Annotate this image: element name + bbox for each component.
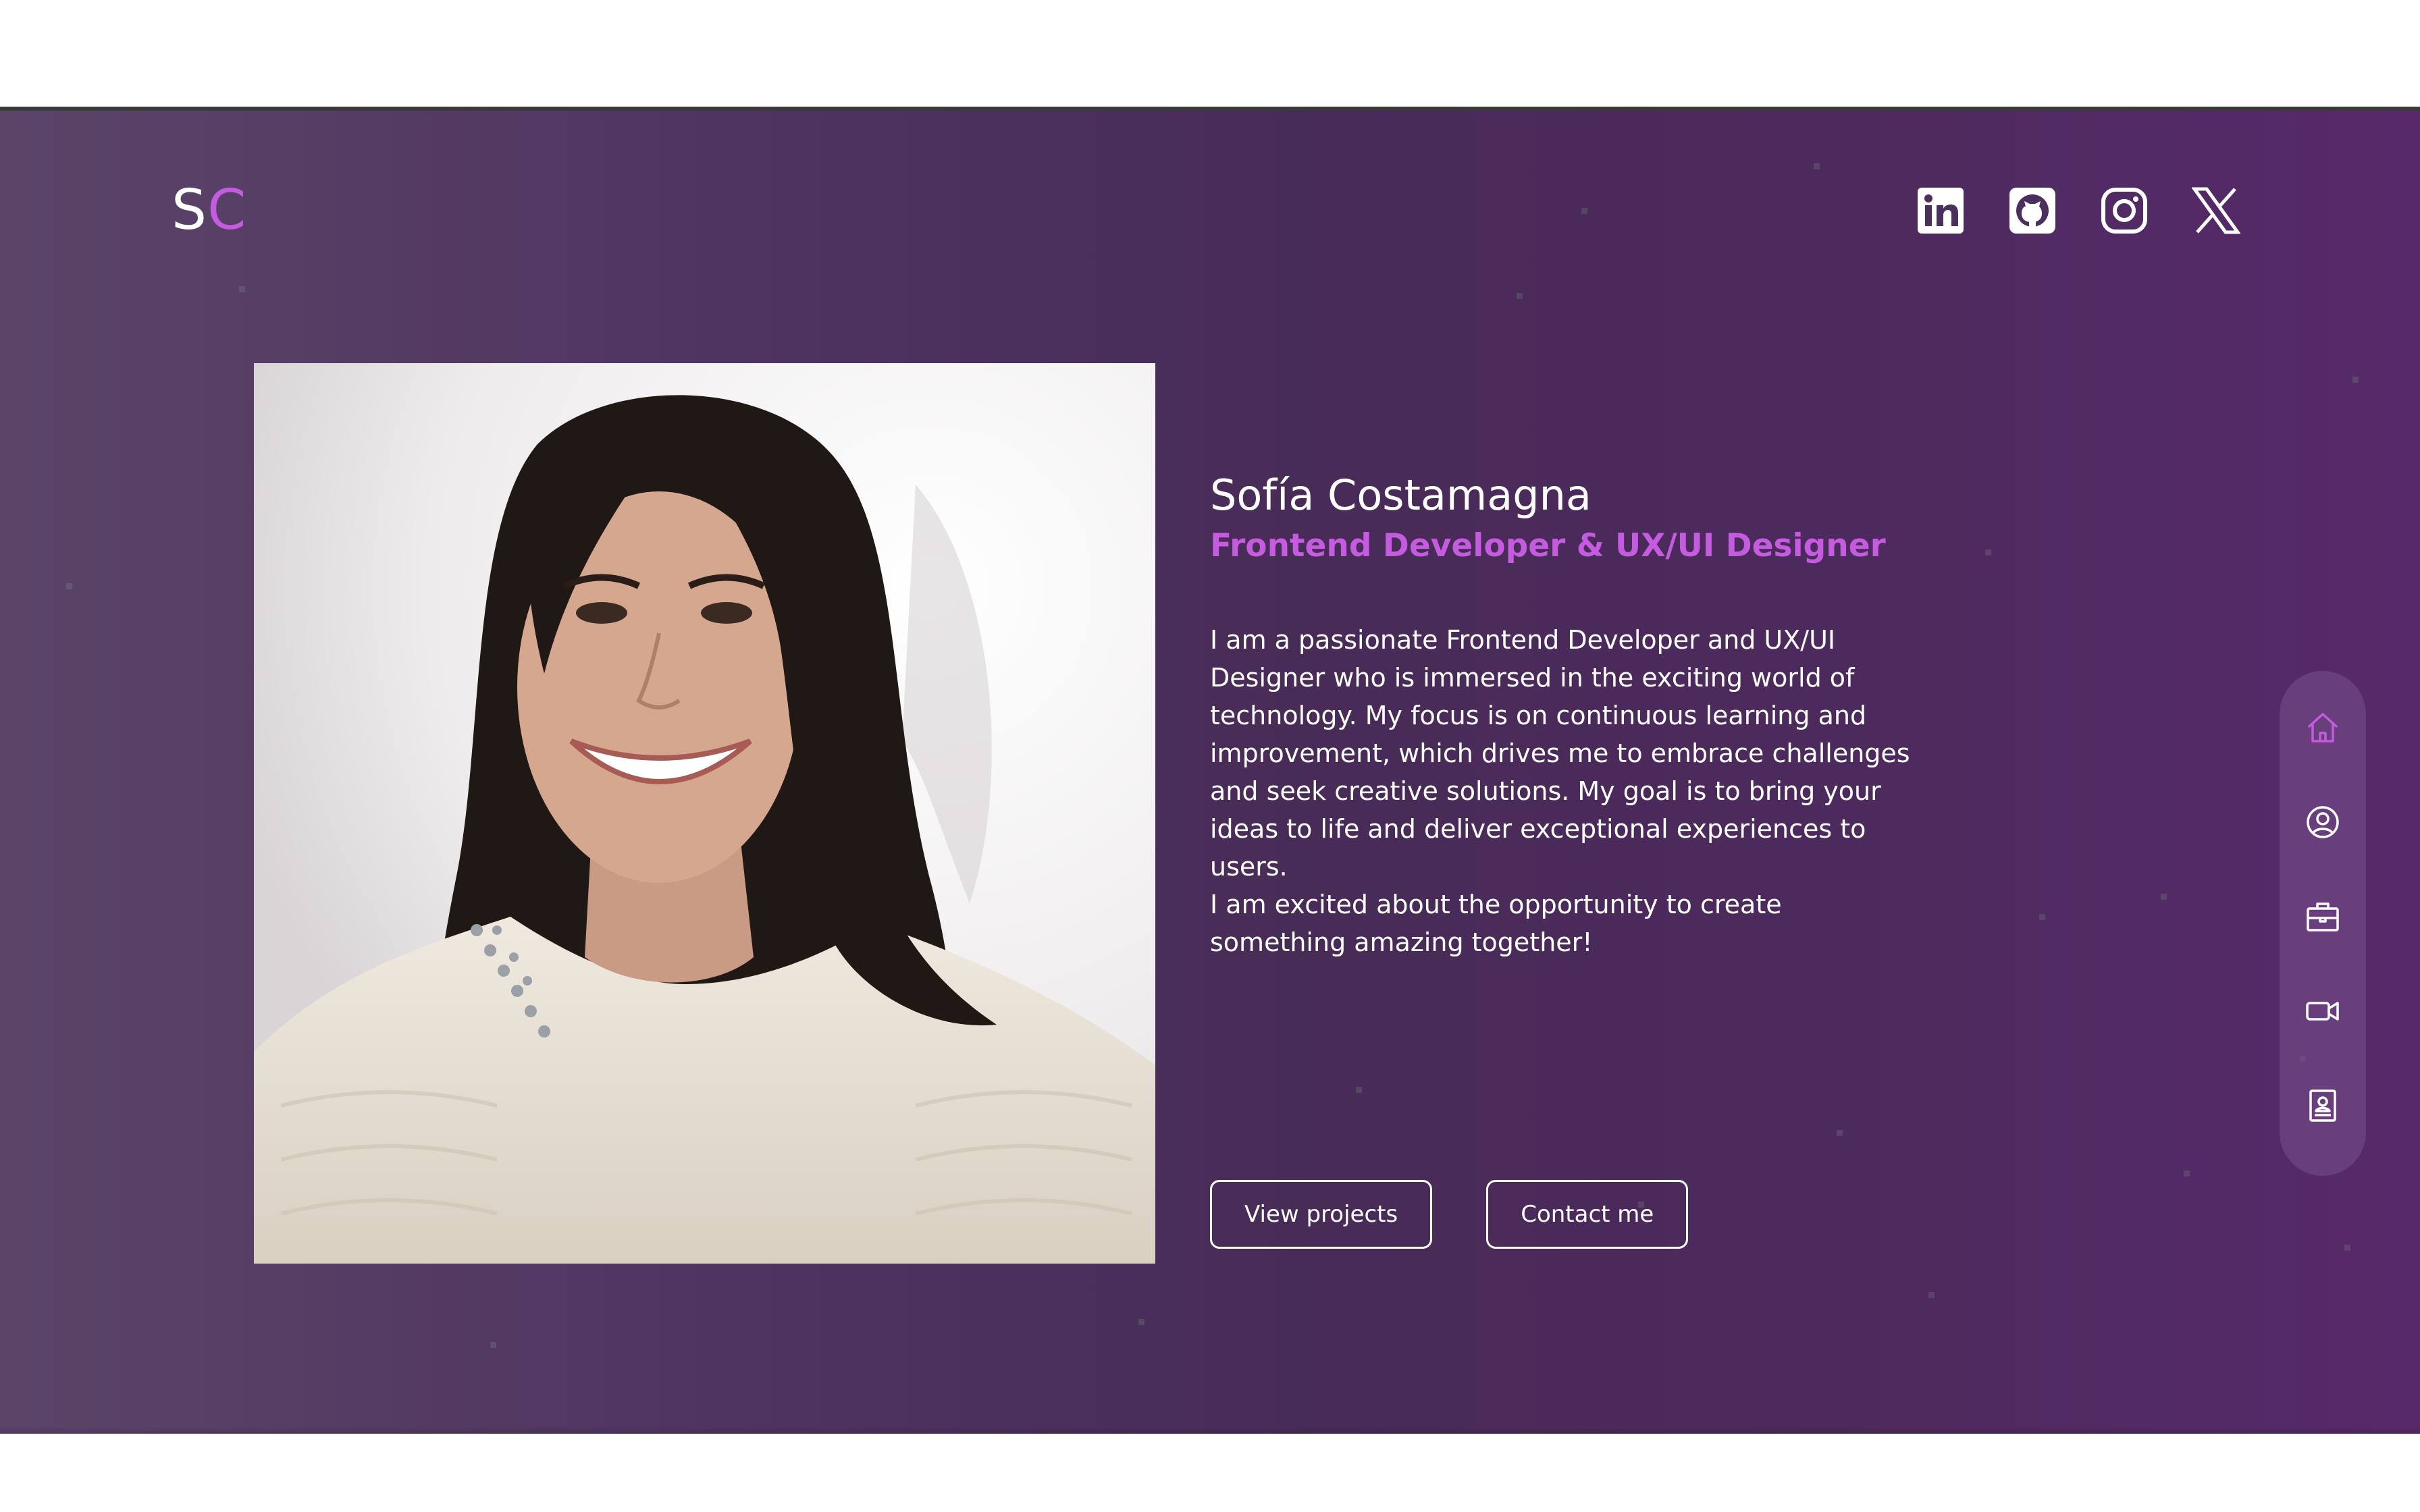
logo-letter-s: S	[172, 178, 208, 242]
user-circle-icon[interactable]	[2304, 803, 2342, 841]
decor-dot	[1581, 208, 1587, 214]
github-icon[interactable]	[2008, 186, 2057, 235]
profile-photo	[254, 363, 1155, 1264]
decor-dot	[1517, 293, 1523, 299]
decor-dot	[1356, 1087, 1362, 1093]
page-bottom-area	[0, 1434, 2420, 1512]
intro-block: Sofía Costamagna Frontend Developer & UX…	[1210, 468, 1912, 961]
bio-paragraph-1: I am a passionate Frontend Developer and…	[1210, 625, 1910, 882]
decor-dot	[1837, 1130, 1843, 1136]
linkedin-icon[interactable]	[1916, 186, 1965, 235]
side-navigation	[2280, 671, 2366, 1176]
decor-dot	[490, 1342, 496, 1348]
decor-dot	[1928, 1292, 1935, 1298]
hero-name: Sofía Costamagna	[1210, 470, 1592, 520]
hero-buttons: View projects Contact me	[1210, 1180, 1689, 1249]
decor-dot	[2161, 894, 2167, 900]
contact-me-button[interactable]: Contact me	[1486, 1180, 1689, 1249]
browser-top-area	[0, 0, 2420, 107]
instagram-icon[interactable]	[2100, 186, 2149, 235]
decor-dot	[2352, 377, 2359, 383]
decor-dot	[2184, 1170, 2190, 1177]
decor-dot	[66, 583, 72, 589]
decor-dot	[1814, 163, 1820, 169]
hero-section: SC Sofía Costamagna Frontend Developer &…	[0, 111, 2420, 1434]
video-icon[interactable]	[2304, 992, 2342, 1030]
x-icon[interactable]	[2192, 186, 2240, 235]
hero-role: Frontend Developer & UX/UI Designer	[1210, 527, 1886, 564]
logo-letter-c: C	[207, 178, 247, 242]
site-logo[interactable]: SC	[172, 178, 246, 242]
bio-paragraph-2: I am excited about the opportunity to cr…	[1210, 890, 1782, 957]
decor-dot	[2039, 914, 2045, 920]
decor-dot	[1985, 549, 1991, 556]
decor-dot	[239, 286, 245, 292]
decor-dot	[2344, 1245, 2350, 1251]
social-links	[1916, 186, 2240, 235]
home-icon[interactable]	[2304, 709, 2342, 747]
view-projects-button[interactable]: View projects	[1210, 1180, 1433, 1249]
briefcase-icon[interactable]	[2304, 898, 2342, 936]
contact-card-icon[interactable]	[2304, 1087, 2342, 1125]
hero-bio: I am a passionate Frontend Developer and…	[1210, 621, 1912, 961]
decor-dot	[1138, 1319, 1145, 1325]
